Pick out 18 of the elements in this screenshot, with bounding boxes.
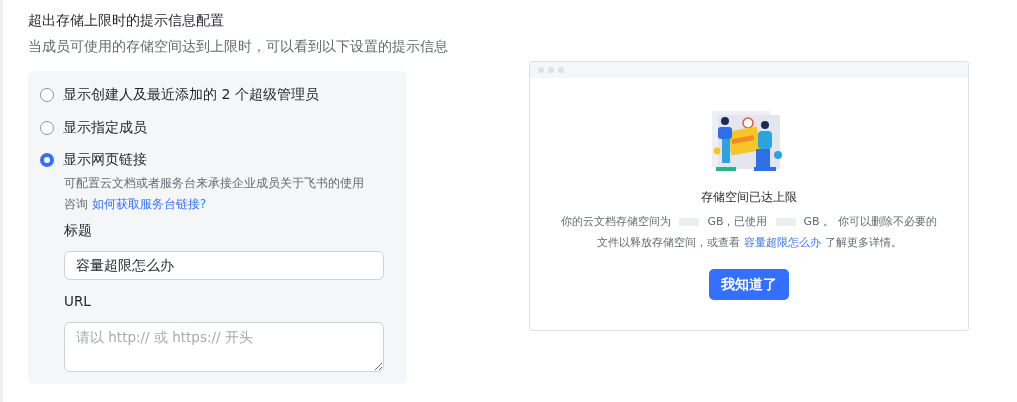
acknowledge-button[interactable]: 我知道了: [709, 269, 789, 300]
help-link[interactable]: 容量超限怎么办: [743, 236, 821, 249]
radio-button[interactable]: [40, 153, 54, 168]
textarea-field[interactable]: 请以 http:// 或 https:// 开头: [64, 322, 384, 372]
dialog-heading: 存储空间已达上限: [701, 189, 797, 206]
help-text: 可配置云文档或者服务台来承接企业成员关于飞书的使用咨询 如何获取服务台链接?: [64, 175, 364, 214]
dialog-message: 你的云文档存储空间为 GB，已使用 GB 。 你可以删除不必要的文件以释放存储空间，或查看 容量超限怎么办 了解更多详情。: [560, 214, 938, 251]
help-link[interactable]: 如何获取服务台链接?: [92, 197, 207, 212]
field-label: 标题: [64, 221, 93, 241]
section-subtitle: 当成员可使用的存储空间达到上限时，可以看到以下设置的提示信息: [28, 37, 448, 56]
input-field[interactable]: 容量超限怎么办: [64, 251, 384, 281]
radio-button[interactable]: [40, 120, 54, 135]
radio-button[interactable]: [40, 87, 54, 102]
option-label[interactable]: 显示指定成员: [63, 118, 147, 137]
section-title: 超出存储上限时的提示信息配置: [28, 11, 225, 30]
option-label[interactable]: 显示创建人及最近添加的 2 个超级管理员: [63, 85, 319, 104]
option-label[interactable]: 显示网页链接: [63, 151, 147, 170]
field-label: URL: [64, 292, 92, 312]
